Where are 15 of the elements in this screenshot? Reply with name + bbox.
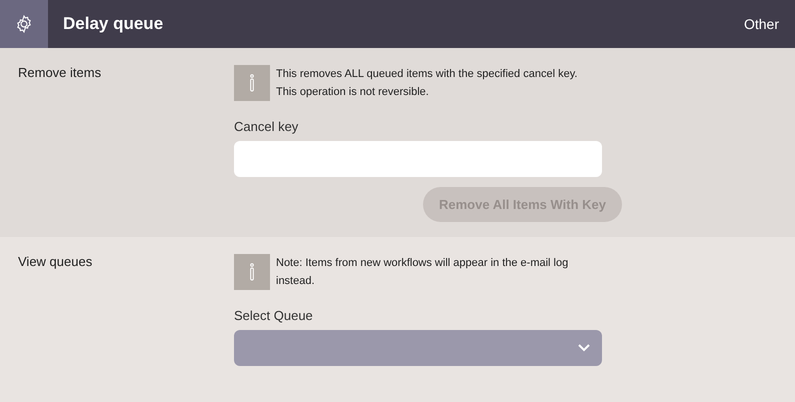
info-icon: [250, 263, 254, 281]
info-text: Note: Items from new workflows will appear in the e-mail log instead.: [276, 256, 570, 289]
info-text: This removes ALL queued items with the specified cancel key.: [276, 67, 578, 82]
input-field[interactable]: [234, 141, 602, 177]
chevron-down-icon: [578, 344, 590, 352]
menu-link[interactable]: Other: [744, 16, 779, 32]
field-label: Cancel key: [234, 119, 300, 134]
settings-button[interactable]: [0, 0, 48, 48]
page-title: Delay queue: [63, 14, 164, 34]
info-text: This operation is not reversible.: [276, 85, 430, 100]
section-label: Remove items: [18, 65, 102, 82]
section-label: View queues: [18, 254, 94, 271]
field-label: Select Queue: [234, 308, 314, 323]
info-icon: [250, 74, 254, 92]
select-dropdown[interactable]: [234, 330, 602, 366]
